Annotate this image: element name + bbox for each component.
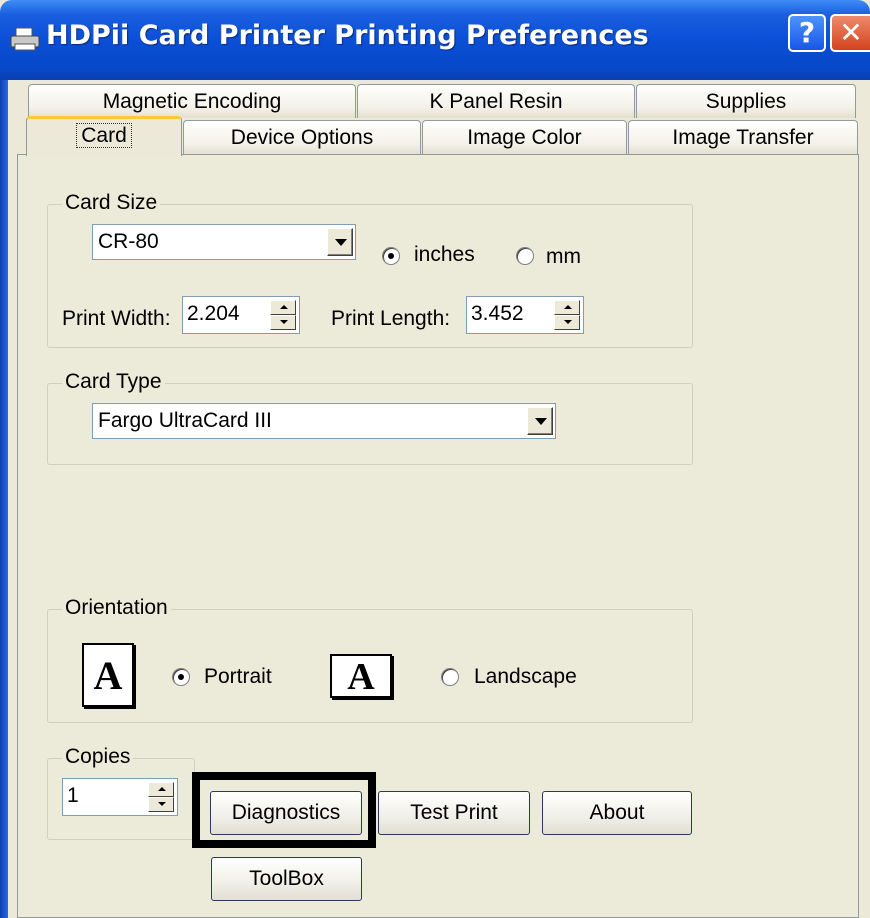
card-size-value: CR-80 — [98, 230, 159, 253]
orientation-label: Orientation — [62, 597, 171, 619]
mm-label: mm — [546, 245, 581, 268]
close-button[interactable]: ✕ — [830, 14, 870, 52]
card-size-dropdown[interactable]: CR-80 — [92, 224, 356, 260]
tab-image-transfer[interactable]: Image Transfer — [628, 120, 858, 154]
card-size-label: Card Size — [62, 192, 161, 214]
window-title: HDPii Card Printer Printing Preferences — [46, 20, 649, 51]
portrait-radio[interactable] — [172, 668, 190, 686]
spin-down-icon[interactable] — [270, 315, 296, 330]
about-button[interactable]: About — [542, 791, 692, 835]
tab-supplies[interactable]: Supplies — [636, 84, 856, 118]
print-width-stepper[interactable]: 2.204 — [182, 296, 300, 334]
tab-image-color[interactable]: Image Color — [422, 120, 627, 154]
print-width-value: 2.204 — [187, 302, 240, 325]
spin-up-icon[interactable] — [148, 782, 174, 797]
spin-up-icon[interactable] — [554, 300, 580, 315]
landscape-label: Landscape — [474, 665, 577, 688]
tab-card[interactable]: Card — [26, 116, 182, 156]
tab-k-panel-resin[interactable]: K Panel Resin — [357, 84, 635, 118]
copies-label: Copies — [62, 746, 134, 768]
print-width-spin[interactable] — [270, 300, 296, 330]
portrait-page-icon: A — [82, 643, 134, 707]
inches-radio[interactable] — [382, 247, 400, 265]
spin-down-icon[interactable] — [148, 797, 174, 812]
print-length-label: Print Length: — [331, 307, 451, 330]
spin-up-icon[interactable] — [270, 300, 296, 315]
landscape-radio[interactable] — [441, 668, 459, 686]
title-bar[interactable]: HDPii Card Printer Printing Preferences … — [0, 0, 870, 80]
chevron-down-icon[interactable] — [327, 228, 353, 256]
copies-value: 1 — [67, 784, 79, 807]
tab-device-options[interactable]: Device Options — [183, 120, 421, 154]
test-print-button[interactable]: Test Print — [378, 791, 530, 835]
help-button[interactable]: ? — [788, 14, 826, 52]
print-width-label: Print Width: — [62, 307, 171, 330]
print-length-stepper[interactable]: 3.452 — [466, 296, 584, 334]
copies-stepper[interactable]: 1 — [62, 778, 178, 816]
card-type-value: Fargo UltraCard III — [98, 409, 272, 432]
spin-down-icon[interactable] — [554, 315, 580, 330]
card-type-label: Card Type — [62, 371, 165, 393]
landscape-page-icon: A — [330, 654, 392, 698]
diagnostics-button[interactable]: Diagnostics — [210, 791, 362, 835]
toolbox-button[interactable]: ToolBox — [211, 857, 362, 901]
chevron-down-icon[interactable] — [527, 407, 553, 435]
printer-icon — [10, 27, 40, 51]
card-type-dropdown[interactable]: Fargo UltraCard III — [92, 403, 556, 439]
window-frame — [0, 80, 8, 918]
tab-magnetic-encoding[interactable]: Magnetic Encoding — [28, 84, 356, 118]
print-length-spin[interactable] — [554, 300, 580, 330]
mm-radio[interactable] — [516, 247, 534, 265]
tab-card-label: Card — [76, 123, 132, 148]
portrait-label: Portrait — [204, 665, 272, 688]
inches-label: inches — [414, 243, 475, 266]
copies-spin[interactable] — [148, 782, 174, 812]
print-length-value: 3.452 — [471, 302, 524, 325]
